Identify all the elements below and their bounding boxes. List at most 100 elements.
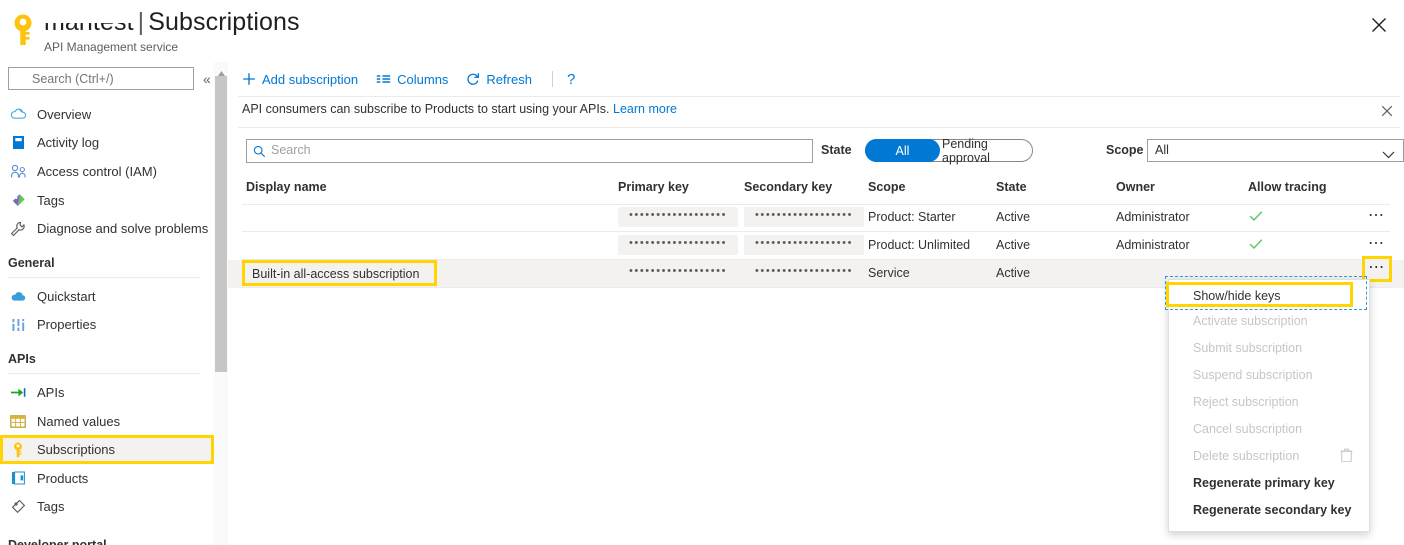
add-subscription-button[interactable]: Add subscription (242, 62, 358, 96)
arrow-api-icon (8, 383, 28, 401)
sidebar-item-label: Subscriptions (37, 442, 116, 458)
scope-filter-value: All (1155, 143, 1169, 157)
menu-item-label: Submit subscription (1193, 340, 1303, 355)
wrench-icon (8, 220, 28, 238)
sidebar-item-activity-log[interactable]: Activity log (0, 129, 214, 158)
search-input[interactable] (8, 67, 194, 90)
cell-primary-key[interactable]: •••••••••••••••••• (618, 263, 738, 283)
divider (551, 71, 553, 87)
sidebar-item-overview[interactable]: Overview (0, 100, 214, 129)
menu-item-reject-subscription: Reject subscription (1169, 388, 1369, 415)
question-mark-icon[interactable]: ? (567, 71, 575, 88)
scope-filter-select[interactable]: All (1147, 139, 1404, 162)
column-header-secondary-key[interactable]: Secondary key (744, 180, 832, 194)
table-row[interactable]: •••••••••••••••••• •••••••••••••••••• Pr… (228, 204, 1404, 232)
masked-key-text: •••••••••••••••••• (628, 265, 728, 277)
sidebar-item-products[interactable]: Products (0, 464, 214, 493)
page-title: mahtest | Subscriptions (44, 8, 300, 37)
key-icon (10, 13, 36, 47)
sidebar-item-tags[interactable]: Tags (0, 186, 214, 215)
table-header: Display name Primary key Secondary key S… (228, 178, 1404, 205)
search-placeholder: Search (271, 143, 311, 157)
log-icon (8, 134, 28, 152)
chevron-down-icon (1382, 147, 1395, 162)
tag-icon (8, 191, 28, 209)
cell-primary-key[interactable]: •••••••••••••••••• (618, 235, 738, 255)
columns-button[interactable]: Columns (376, 62, 448, 96)
menu-item-submit-subscription: Submit subscription (1169, 334, 1369, 361)
more-options-icon[interactable]: ⋯ (1368, 208, 1386, 224)
cell-state: Active (996, 210, 1031, 224)
sidebar-item-access-control[interactable]: Access control (IAM) (0, 157, 214, 186)
subscriptions-table: Display name Primary key Secondary key S… (228, 178, 1404, 288)
cell-display-name[interactable]: Built-in all-access subscription (242, 260, 437, 286)
column-header-allow-tracing[interactable]: Allow tracing (1248, 180, 1326, 194)
column-header-owner[interactable]: Owner (1116, 180, 1155, 194)
sidebar-item-label: Overview (37, 106, 92, 122)
search-icon (253, 145, 266, 158)
state-filter-toggle[interactable]: All Pending approval (865, 137, 1034, 165)
learn-more-link[interactable]: Learn more (613, 102, 677, 116)
more-options-icon[interactable]: ⋯ (1368, 236, 1386, 252)
sidebar-item-named-values[interactable]: Named values (0, 407, 214, 436)
menu-item-regenerate-secondary-key[interactable]: Regenerate secondary key (1169, 496, 1369, 523)
sidebar-scrollbar-thumb[interactable] (215, 76, 227, 372)
masked-key-text: •••••••••••••••••• (754, 237, 854, 249)
menu-item-show-hide-keys-highlight[interactable]: Show/hide keys (1166, 282, 1353, 307)
state-option-all[interactable]: All (865, 139, 940, 162)
scroll-up-icon[interactable] (217, 65, 226, 76)
filter-bar: Search State All Pending approval Scope … (228, 137, 1404, 169)
menu-item-regenerate-primary-key[interactable]: Regenerate primary key (1169, 469, 1369, 496)
state-option-pending-approval[interactable]: Pending approval (942, 137, 1034, 165)
sidebar-item-apis[interactable]: APIs (0, 378, 214, 407)
sidebar-item-quickstart[interactable]: Quickstart (0, 282, 214, 311)
menu-item-label: Suspend subscription (1193, 367, 1313, 382)
collapse-sidebar-button[interactable]: « (203, 69, 211, 89)
column-header-scope[interactable]: Scope (868, 180, 906, 194)
info-banner-message: API consumers can subscribe to Products … (242, 102, 610, 116)
cell-secondary-key[interactable]: •••••••••••••••••• (744, 207, 864, 227)
page-title-text: Subscriptions (148, 8, 300, 36)
column-header-primary-key[interactable]: Primary key (618, 180, 689, 194)
refresh-label: Refresh (486, 71, 532, 87)
refresh-button[interactable]: Refresh (466, 62, 532, 96)
sidebar-item-label: Tags (37, 192, 65, 208)
cell-scope: Service (868, 266, 910, 280)
quickstart-cloud-icon (8, 287, 28, 305)
key-icon (8, 441, 28, 459)
close-icon[interactable] (1380, 104, 1394, 118)
people-icon (8, 162, 28, 180)
cell-secondary-key[interactable]: •••••••••••••••••• (744, 235, 864, 255)
close-icon[interactable] (1368, 14, 1390, 36)
sidebar-item-subscriptions[interactable]: Subscriptions (0, 435, 214, 464)
search-input[interactable]: Search (246, 139, 813, 163)
column-header-display-name[interactable]: Display name (246, 180, 327, 194)
sidebar-nav: Overview Activity log Access control (IA… (0, 98, 214, 545)
sidebar-item-label: Named values (37, 413, 121, 429)
resource-name: mahtest (44, 8, 134, 37)
info-banner: API consumers can subscribe to Products … (228, 97, 1404, 127)
column-header-state[interactable]: State (996, 180, 1027, 194)
cell-secondary-key[interactable]: •••••••••••••••••• (744, 263, 864, 283)
page-header: mahtest | Subscriptions API Management ser… (0, 0, 1404, 62)
add-subscription-label: Add subscription (262, 71, 359, 87)
trash-icon (1340, 448, 1353, 463)
cell-scope: Product: Starter (868, 210, 956, 224)
menu-item-activate-subscription: Activate subscription (1169, 307, 1369, 334)
sidebar-item-label: APIs (37, 384, 65, 400)
sidebar-item-label: Products (37, 470, 89, 486)
sidebar: « Overview Activity log Access control (… (0, 62, 228, 545)
sidebar-item-diagnose[interactable]: Diagnose and solve problems (0, 214, 214, 243)
table-row[interactable]: •••••••••••••••••• •••••••••••••••••• Pr… (228, 232, 1404, 260)
cell-state: Active (996, 266, 1031, 280)
columns-icon (376, 73, 391, 85)
menu-item-cancel-subscription: Cancel subscription (1169, 415, 1369, 442)
cell-display-name-text: Built-in all-access subscription (252, 267, 420, 281)
sidebar-item-properties[interactable]: Properties (0, 311, 214, 340)
sidebar-item-tags-api[interactable]: Tags (0, 493, 214, 522)
page-subtitle: API Management service (44, 40, 179, 54)
cell-scope: Product: Unlimited (868, 238, 971, 252)
cell-primary-key[interactable]: •••••••••••••••••• (618, 207, 738, 227)
tag-outline-icon (8, 498, 28, 516)
title-separator: | (137, 8, 145, 36)
